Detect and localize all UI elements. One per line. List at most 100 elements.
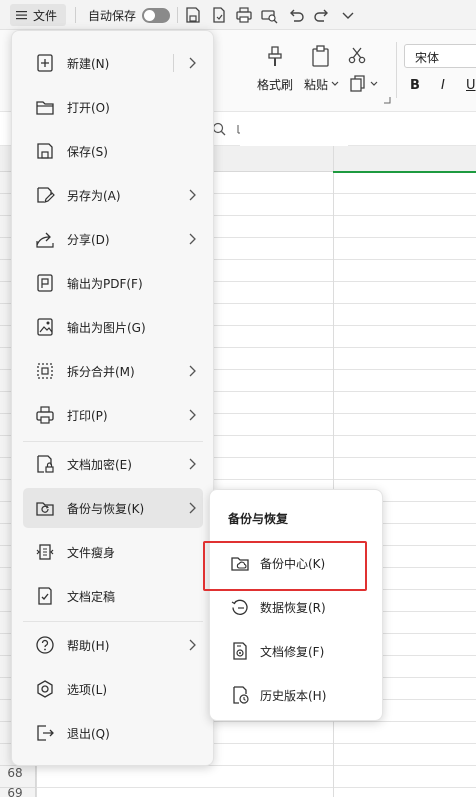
pdf-export-icon [37,274,53,292]
print-icon[interactable] [235,6,253,24]
export-icon[interactable] [210,6,228,24]
redo-icon[interactable] [313,6,331,24]
menu-item-label: 选项(L) [67,682,108,697]
menu-item-save[interactable]: 保存(S) [23,131,203,171]
save-as-icon [37,187,55,203]
submenu-item-document-repair[interactable]: 文档修复(F) [218,631,376,671]
menu-item-options[interactable]: 选项(L) [23,669,203,709]
file-menu-button[interactable]: 文件 [10,4,66,26]
highlight-box [203,541,367,591]
save-icon [37,143,53,159]
menu-item-label: 输出为图片(G) [67,320,146,335]
menu-item-save-as[interactable]: 另存为(A) [23,175,203,215]
undo-icon[interactable] [287,6,305,24]
paste-icon[interactable] [309,44,333,68]
cut-icon[interactable] [348,46,366,64]
menu-item-encrypt[interactable]: 文档加密(E) [23,444,203,484]
menu-item-label: 文档加密(E) [67,457,132,472]
format-painter-label[interactable]: 格式刷 [257,76,293,93]
print-preview-icon[interactable] [260,6,278,24]
menu-item-file-slim[interactable]: 文件瘦身 [23,532,203,572]
menu-item-finalize[interactable]: 文档定稿 [23,576,203,616]
menu-item-label: 拆分合并(M) [67,364,135,379]
backup-restore-submenu: 备份与恢复 备份中心(K) 数据恢复(R) 文档修复(F) 历史版本(H) [209,489,383,721]
file-menu-label: 文件 [33,8,58,23]
file-slim-icon [36,544,54,560]
toolbar-divider [75,7,76,23]
menu-item-label: 分享(D) [67,232,110,247]
menu-item-label: 文件瘦身 [67,545,116,560]
submenu-item-label: 数据恢复(R) [260,601,326,615]
underline-button[interactable]: U [466,78,476,93]
menu-item-open[interactable]: 打开(O) [23,87,203,127]
menu-item-print[interactable]: 打印(P) [23,395,203,435]
finalize-icon [38,587,52,605]
menu-divider [23,441,203,442]
submenu-item-history-version[interactable]: 历史版本(H) [218,675,376,715]
menu-item-label: 保存(S) [67,144,108,159]
clipboard-expand-icon[interactable] [383,96,391,104]
submenu-item-label: 文档修复(F) [260,645,325,659]
menu-item-split-merge[interactable]: 拆分合并(M) [23,351,203,391]
format-painter-icon[interactable] [263,44,287,68]
autosave-label: 自动保存 [88,9,137,23]
submenu-divider [173,54,174,72]
autosave-toggle[interactable] [142,8,170,23]
menu-item-export-image[interactable]: 输出为图片(G) [23,307,203,347]
document-repair-icon [233,642,247,660]
submenu-item-label: 历史版本(H) [260,689,327,703]
chevron-right-icon[interactable] [187,638,197,652]
chevron-right-icon[interactable] [187,457,197,471]
submenu-title: 备份与恢复 [228,512,289,526]
menu-item-new[interactable]: 新建(N) [23,43,203,83]
chevron-right-icon[interactable] [187,501,197,515]
copy-icon[interactable] [350,75,366,93]
bold-button[interactable]: B [410,78,420,93]
share-icon [36,232,54,248]
chevron-down-icon[interactable] [339,6,357,24]
menu-item-exit[interactable]: 退出(Q) [23,713,203,753]
data-recovery-icon [231,599,248,615]
exit-icon [37,725,54,741]
chevron-right-icon[interactable] [187,188,197,202]
font-name-select[interactable]: 宋体 [404,44,476,68]
print-icon [36,406,54,424]
menu-item-backup-restore[interactable]: 备份与恢复(K) [23,488,203,528]
row-number[interactable]: 68 [0,766,30,780]
hamburger-icon [16,11,27,20]
row-number[interactable]: 69 [0,786,30,797]
options-icon [37,680,53,698]
menu-item-export-pdf[interactable]: 输出为PDF(F) [23,263,203,303]
split-merge-icon [37,363,53,379]
menu-divider [23,621,203,622]
chevron-right-icon[interactable] [187,408,197,422]
italic-button[interactable]: I [441,78,445,93]
image-export-icon [37,318,53,336]
zoom-formula-icon[interactable] [212,122,226,136]
menu-item-label: 帮助(H) [67,638,110,653]
paste-dropdown-icon[interactable] [331,81,339,87]
copy-dropdown-icon[interactable] [370,81,378,87]
history-version-icon [233,686,249,704]
encrypt-icon [37,455,54,473]
backup-restore-icon [36,502,54,516]
file-menu-panel: 新建(N) 打开(O) 保存(S) 另存为(A) 分享(D) 输出为PDF(F)… [11,30,214,766]
menu-item-share[interactable]: 分享(D) [23,219,203,259]
save-icon[interactable] [184,6,202,24]
font-name-value: 宋体 [415,51,440,65]
chevron-right-icon[interactable] [187,56,197,70]
menu-item-label: 新建(N) [67,56,110,71]
submenu-item-data-recovery[interactable]: 数据恢复(R) [218,587,376,627]
chevron-right-icon[interactable] [187,364,197,378]
folder-open-icon [36,101,54,115]
menu-item-help[interactable]: 帮助(H) [23,625,203,665]
chevron-right-icon[interactable] [187,232,197,246]
help-icon [36,636,54,654]
menu-item-label: 另存为(A) [67,188,121,203]
title-bar: 文件 自动保存 [0,0,476,30]
menu-item-label: 退出(Q) [67,726,110,741]
menu-item-label: 备份与恢复(K) [67,501,145,516]
paste-label[interactable]: 粘贴 [304,76,328,93]
menu-item-label: 输出为PDF(F) [67,276,143,291]
new-file-icon [37,54,53,72]
